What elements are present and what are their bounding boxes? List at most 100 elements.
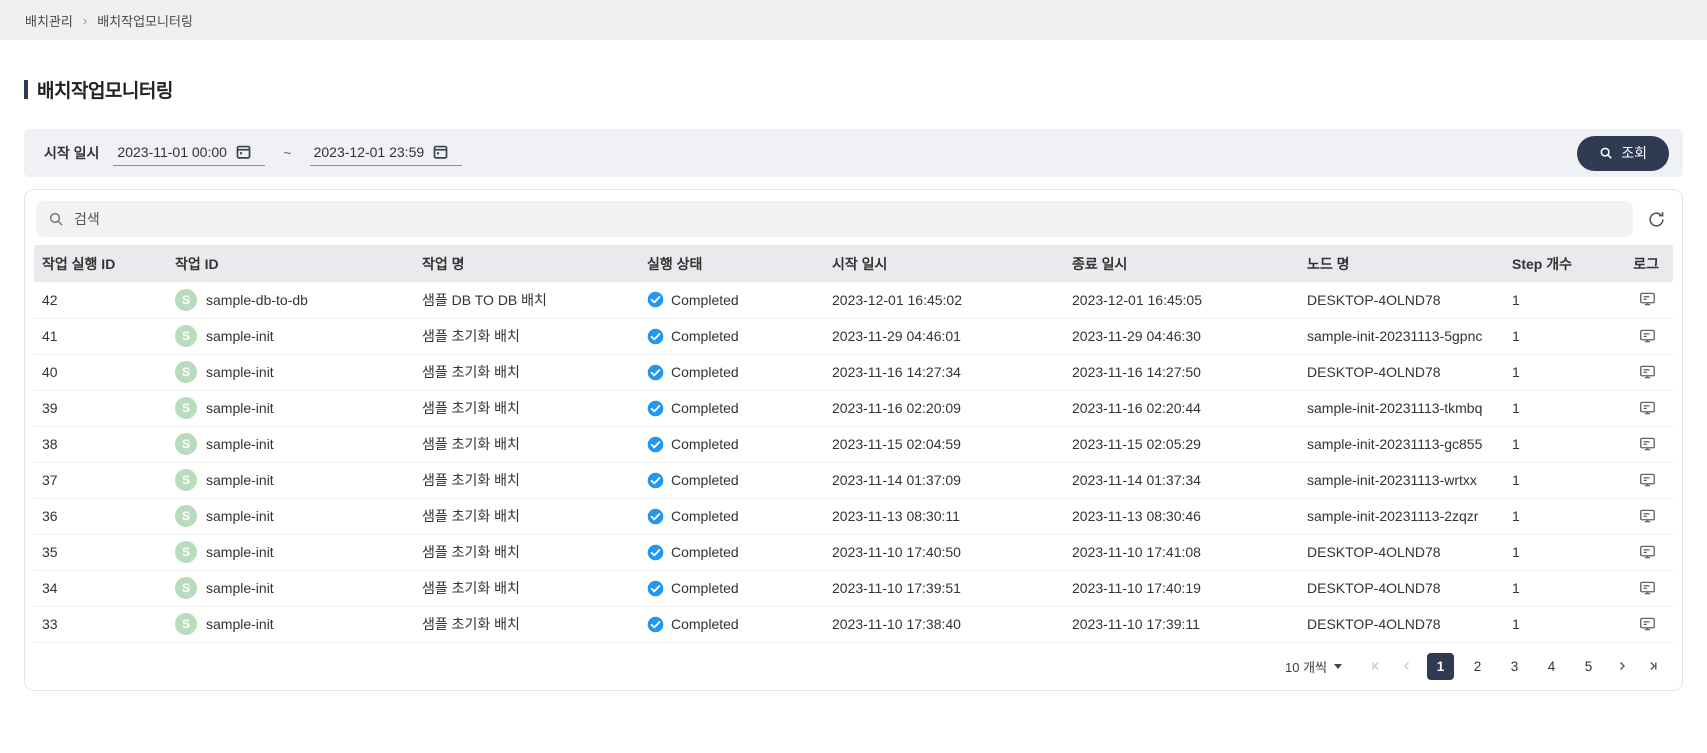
table-row[interactable]: 41 S sample-init 샘플 초기화 배치 [34,318,1673,354]
view-log-button[interactable] [1636,433,1659,455]
job-badge-icon: S [175,325,197,347]
calendar-icon[interactable] [432,143,449,160]
job-badge-icon: S [175,469,197,491]
start-datetime-field[interactable] [113,140,265,166]
next-page-button[interactable] [1609,653,1635,679]
node-name-cell: DESKTOP-4OLND78 [1299,606,1504,642]
job-badge-icon: S [175,289,197,311]
view-log-button[interactable] [1636,613,1659,635]
page-size-select[interactable]: 10 개씩 [1285,657,1342,676]
column-header-log: 로그 [1624,245,1673,282]
end-time-cell: 2023-11-10 17:39:11 [1064,606,1299,642]
status-label: Completed [671,508,739,524]
end-time-cell: 2023-11-10 17:40:19 [1064,570,1299,606]
job-name-cell: 샘플 초기화 배치 [414,534,639,570]
log-console-icon [1638,507,1657,525]
start-time-cell: 2023-11-15 02:04:59 [824,426,1064,462]
status-cell: Completed [639,318,824,354]
view-log-button[interactable] [1636,397,1659,419]
job-name-cell: 샘플 초기화 배치 [414,462,639,498]
end-datetime-input[interactable] [314,144,432,160]
check-circle-icon [647,364,664,381]
job-id-cell: S sample-init [167,498,414,534]
node-name-cell: DESKTOP-4OLND78 [1299,282,1504,318]
node-name-cell: DESKTOP-4OLND78 [1299,570,1504,606]
column-header-job-id: 작업 ID [167,245,414,282]
page-number[interactable]: 3 [1501,653,1528,680]
query-button-label: 조회 [1621,143,1647,163]
log-cell [1624,390,1673,426]
start-datetime-input[interactable] [117,144,235,160]
table-row[interactable]: 37 S sample-init 샘플 초기화 배치 [34,462,1673,498]
page-number[interactable]: 1 [1427,653,1454,680]
job-id-cell: S sample-init [167,390,414,426]
view-log-button[interactable] [1636,469,1659,491]
view-log-button[interactable] [1636,541,1659,563]
node-name-cell: sample-init-20231113-2zqzr [1299,498,1504,534]
log-cell [1624,498,1673,534]
table-row[interactable]: 42 S sample-db-to-db 샘플 DB TO DB 배치 [34,282,1673,318]
first-page-button[interactable] [1364,653,1390,679]
table-row[interactable]: 38 S sample-init 샘플 초기화 배치 [34,426,1673,462]
last-page-button[interactable] [1639,653,1665,679]
table-row[interactable]: 39 S sample-init 샘플 초기화 배치 [34,390,1673,426]
status-label: Completed [671,292,739,308]
column-header-start: 시작 일시 [824,245,1064,282]
column-header-job-name: 작업 명 [414,245,639,282]
table-row[interactable]: 40 S sample-init 샘플 초기화 배치 [34,354,1673,390]
end-datetime-field[interactable] [310,140,462,166]
view-log-button[interactable] [1636,361,1659,383]
job-badge-icon: S [175,361,197,383]
start-time-cell: 2023-11-13 08:30:11 [824,498,1064,534]
status-label: Completed [671,364,739,380]
check-circle-icon [647,328,664,345]
table-row[interactable]: 34 S sample-init 샘플 초기화 배치 [34,570,1673,606]
end-time-cell: 2023-11-13 08:30:46 [1064,498,1299,534]
job-id-cell: S sample-init [167,534,414,570]
view-log-button[interactable] [1636,577,1659,599]
breadcrumb-item-batch-job-monitoring[interactable]: 배치작업모니터링 [97,11,193,30]
node-name-cell: DESKTOP-4OLND78 [1299,354,1504,390]
page-number[interactable]: 5 [1575,653,1602,680]
view-log-button[interactable] [1636,505,1659,527]
start-time-cell: 2023-11-14 01:37:09 [824,462,1064,498]
exec-id-cell: 36 [34,498,167,534]
table-row[interactable]: 35 S sample-init 샘플 초기화 배치 [34,534,1673,570]
node-name-cell: sample-init-20231113-wrtxx [1299,462,1504,498]
check-circle-icon [647,436,664,453]
log-cell [1624,354,1673,390]
breadcrumb-item-batch-management[interactable]: 배치관리 [25,11,73,30]
column-header-end: 종료 일시 [1064,245,1299,282]
title-accent-bar [24,80,28,99]
status-label: Completed [671,580,739,596]
query-button[interactable]: 조회 [1577,136,1669,171]
check-circle-icon [647,472,664,489]
calendar-icon[interactable] [235,143,252,160]
page-number[interactable]: 4 [1538,653,1565,680]
start-time-cell: 2023-12-01 16:45:02 [824,282,1064,318]
job-name-cell: 샘플 초기화 배치 [414,606,639,642]
breadcrumb-separator-icon: › [83,13,87,28]
node-name-cell: DESKTOP-4OLND78 [1299,534,1504,570]
status-cell: Completed [639,570,824,606]
job-id-text: sample-init [206,436,274,452]
table-row[interactable]: 33 S sample-init 샘플 초기화 배치 [34,606,1673,642]
job-id-text: sample-init [206,328,274,344]
page-number[interactable]: 2 [1464,653,1491,680]
table-search-field[interactable] [36,201,1633,237]
job-name-cell: 샘플 초기화 배치 [414,354,639,390]
start-time-cell: 2023-11-10 17:38:40 [824,606,1064,642]
prev-page-button[interactable] [1394,653,1420,679]
table-search-input[interactable] [74,211,1621,227]
node-name-cell: sample-init-20231113-5gpnc [1299,318,1504,354]
page-title-row: 배치작업모니터링 [24,76,1683,103]
chevron-last-icon [1645,659,1659,673]
table-row[interactable]: 36 S sample-init 샘플 초기화 배치 [34,498,1673,534]
job-name-cell: 샘플 초기화 배치 [414,318,639,354]
refresh-button[interactable] [1641,204,1671,234]
breadcrumb: 배치관리 › 배치작업모니터링 [0,0,1707,40]
log-console-icon [1638,615,1657,633]
pagination: 10 개씩 1 2 3 4 5 [34,643,1673,690]
view-log-button[interactable] [1636,325,1659,347]
view-log-button[interactable] [1636,288,1659,310]
